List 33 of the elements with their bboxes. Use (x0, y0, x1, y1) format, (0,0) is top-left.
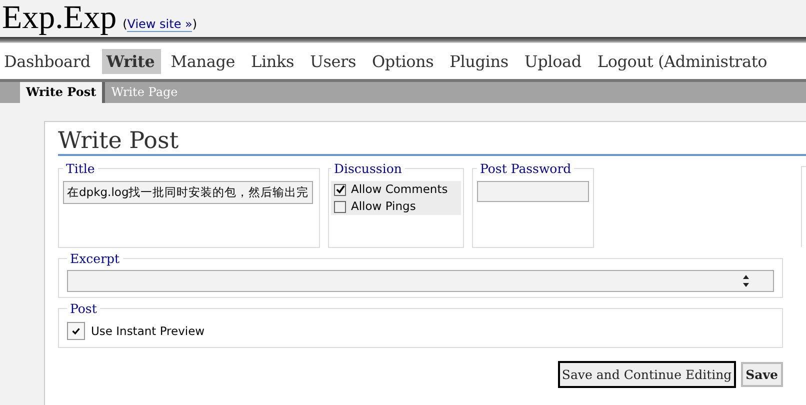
title-input[interactable]: 在dpkg.log找一批同时安装的包，然后输出完 (63, 181, 313, 204)
site-title: Exp.Exp (2, 0, 117, 37)
nav-tab[interactable]: Options (368, 48, 440, 74)
parenthesis: ) (192, 17, 198, 31)
scroll-arrows-icon[interactable] (741, 273, 751, 289)
nav-tab[interactable]: Upload (520, 48, 588, 74)
nav-tab[interactable]: Links (247, 48, 300, 74)
save-continue-button[interactable]: Save and Continue Editing (558, 362, 735, 387)
view-site-link[interactable]: View site » (127, 17, 192, 32)
checkbox[interactable] (334, 200, 346, 212)
checkbox-label: Allow Comments (351, 181, 448, 198)
fieldset-legend: Excerpt (67, 251, 123, 266)
fieldset-legend: Title (63, 161, 98, 176)
checkbox[interactable] (67, 322, 85, 340)
nav-tab[interactable]: Users (306, 48, 362, 74)
password-input[interactable] (477, 181, 589, 202)
nav-tab[interactable]: Plugins (446, 48, 514, 74)
checkbox-label: Use Instant Preview (91, 322, 205, 340)
page-title: Write Post (58, 128, 806, 156)
checkbox-label: Allow Pings (351, 198, 416, 215)
fieldset-legend: Post Password (477, 161, 574, 176)
checkmark-icon (72, 327, 80, 335)
fieldset-legend: Post (67, 301, 100, 316)
nav-tab[interactable]: Write (102, 48, 161, 74)
checkmark-icon (336, 185, 344, 194)
save-button[interactable]: Save (740, 362, 783, 387)
nav-tab[interactable]: Logout (Administrato (593, 48, 774, 74)
fieldset-legend: Discussion (331, 161, 405, 176)
nav-tab[interactable]: Manage (166, 48, 242, 74)
subnav-tab[interactable]: Write Post (20, 82, 106, 103)
parenthesis: ( (122, 17, 128, 31)
nav-tab[interactable]: Dashboard (0, 48, 96, 74)
checkbox[interactable] (334, 184, 346, 196)
